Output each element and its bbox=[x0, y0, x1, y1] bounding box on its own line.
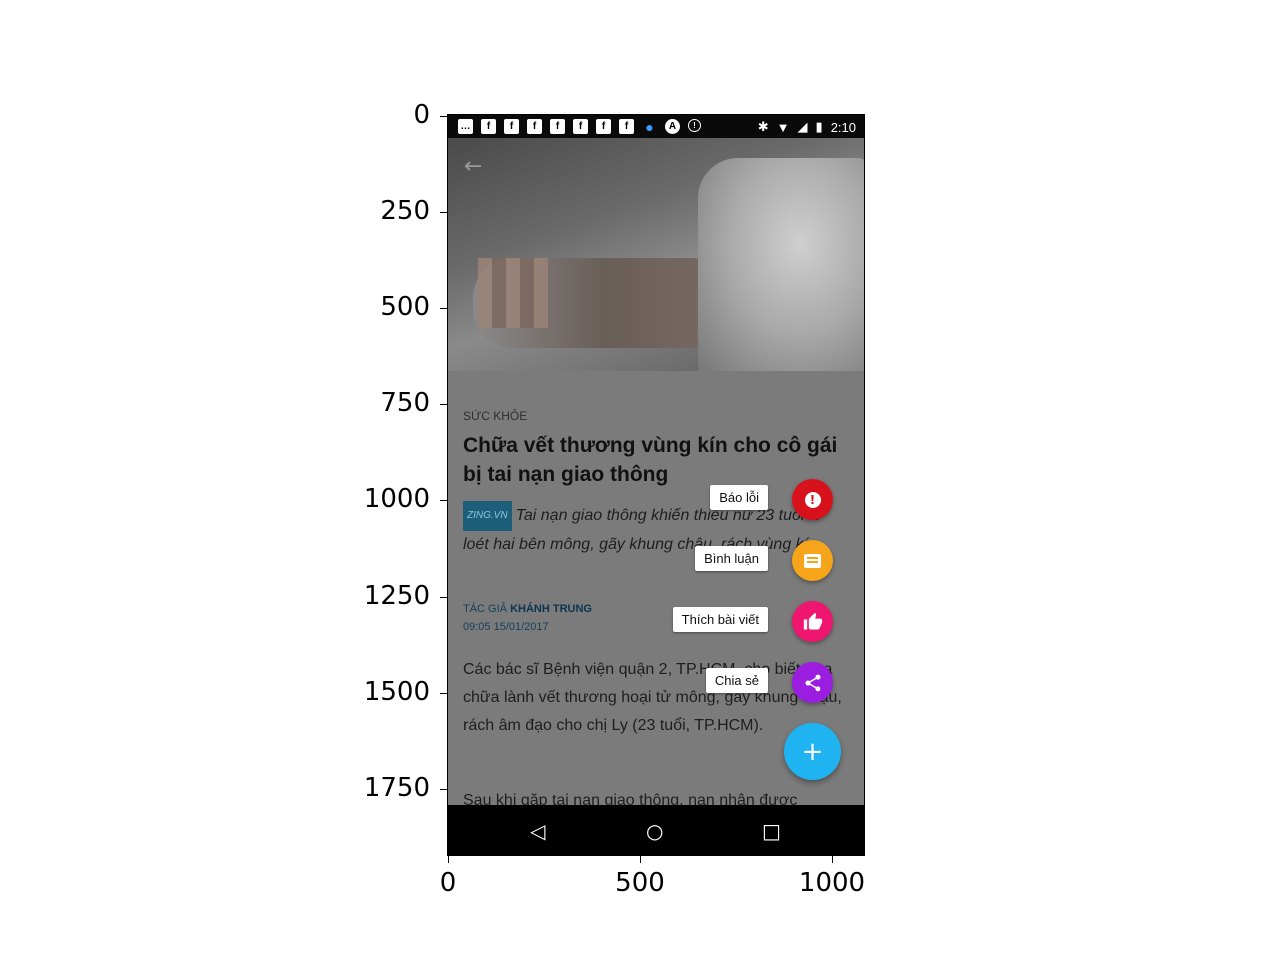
water-drop-icon: ● bbox=[645, 118, 654, 135]
source-badge: ZING.VN bbox=[463, 501, 512, 531]
article-sapo: ZING.VN Tai nạn giao thông khiến thiếu nữ… bbox=[463, 501, 848, 559]
x-tick-label: 500 bbox=[615, 868, 665, 898]
signal-icon: ◢ bbox=[797, 119, 808, 134]
facebook-icon: f bbox=[573, 119, 588, 134]
navigation-bar: ◁ ○ □ bbox=[448, 805, 864, 855]
article-date: 09:05 15/01/2017 bbox=[463, 621, 549, 633]
author-prefix: TÁC GIẢ bbox=[463, 603, 508, 615]
comment-icon[interactable] bbox=[792, 540, 833, 581]
info-icon: ! bbox=[688, 119, 701, 132]
nav-home-button[interactable]: ○ bbox=[646, 819, 663, 843]
article-category[interactable]: SỨC KHỎE bbox=[463, 409, 527, 423]
status-bar: … f f f f f f f ● A ! ✱ ▼ ◢ ▮ 2:10 bbox=[448, 115, 864, 138]
facebook-icon: f bbox=[619, 119, 634, 134]
facebook-icon: f bbox=[481, 119, 496, 134]
article-headline: Chữa vết thương vùng kín cho cô gái bị t… bbox=[463, 434, 838, 486]
share-icon[interactable] bbox=[792, 662, 833, 703]
phone-screen: … f f f f f f f ● A ! ✱ ▼ ◢ ▮ 2:10 ← SỨC… bbox=[448, 115, 864, 855]
article-hero-image: ← bbox=[448, 138, 864, 371]
fab-main-button[interactable]: + bbox=[784, 723, 841, 780]
facebook-icon: f bbox=[527, 119, 542, 134]
nav-recents-button[interactable]: □ bbox=[762, 819, 781, 843]
y-tick-label: 1750 bbox=[363, 773, 430, 803]
app-icon: A bbox=[665, 119, 680, 134]
article-body-paragraph: Các bác sĩ Bệnh viện quận 2, TP.HCM, cho… bbox=[463, 661, 842, 734]
battery-icon: ▮ bbox=[815, 119, 823, 134]
status-clock: 2:10 bbox=[830, 119, 856, 135]
report-error-label[interactable]: Báo lỗi bbox=[710, 485, 768, 510]
bluetooth-icon: ✱ bbox=[757, 119, 769, 134]
like-article-label[interactable]: Thích bài viết bbox=[672, 607, 768, 632]
y-tick-label: 1500 bbox=[363, 677, 430, 707]
report-icon[interactable]: ! bbox=[792, 479, 833, 520]
y-tick-label: 1250 bbox=[363, 581, 430, 611]
author-name[interactable]: KHÁNH TRUNG bbox=[510, 603, 592, 615]
comment-label[interactable]: Bình luận bbox=[695, 546, 768, 571]
thumbs-up-icon[interactable] bbox=[792, 601, 833, 642]
facebook-icon: f bbox=[550, 119, 565, 134]
y-tick-label: 500 bbox=[380, 292, 430, 322]
facebook-icon: f bbox=[596, 119, 611, 134]
sapo-text: Tai nạn giao thông khiến thiếu nữ 23 tuổ… bbox=[463, 507, 823, 553]
x-tick-label: 1000 bbox=[798, 868, 866, 898]
facebook-icon: f bbox=[504, 119, 519, 134]
x-tick-label: 0 bbox=[439, 868, 457, 898]
y-tick-label: 750 bbox=[380, 388, 430, 418]
y-tick-label: 250 bbox=[380, 196, 430, 226]
article-author: TÁC GIẢ KHÁNH TRUNG bbox=[463, 603, 592, 615]
nav-back-button[interactable]: ◁ bbox=[530, 819, 545, 843]
share-label[interactable]: Chia sẻ bbox=[705, 668, 768, 693]
y-tick-label: 0 bbox=[413, 100, 430, 130]
back-arrow-icon[interactable]: ← bbox=[464, 154, 482, 179]
wifi-icon: ▼ bbox=[776, 119, 790, 135]
chat-icon: … bbox=[458, 119, 473, 134]
y-tick-label: 1000 bbox=[363, 484, 430, 514]
